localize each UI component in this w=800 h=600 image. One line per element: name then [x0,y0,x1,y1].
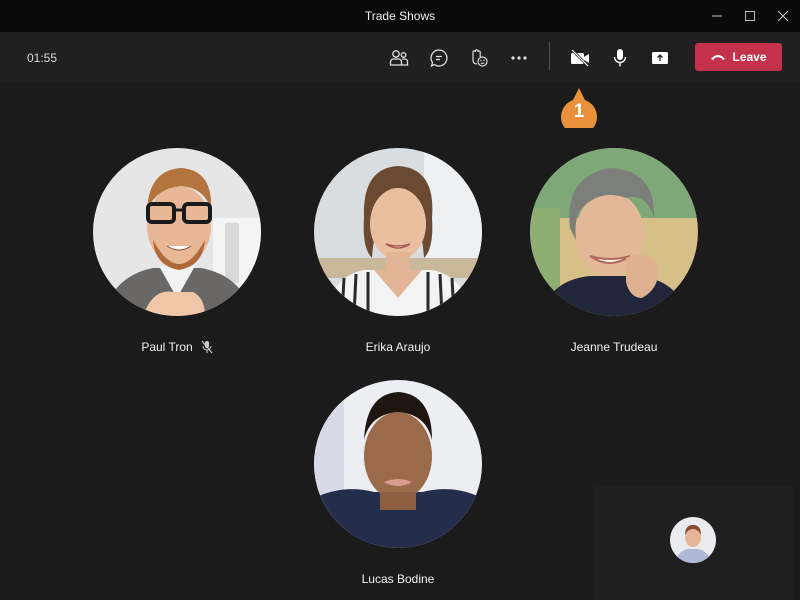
participant-name: Jeanne Trudeau [570,340,658,354]
maximize-icon [745,11,755,21]
more-icon [511,56,527,60]
leave-label: Leave [732,50,767,64]
participant-tile[interactable]: Jeanne Trudeau [529,148,699,354]
mic-muted-icon [201,340,213,354]
participant-name-row: Jeanne Trudeau [529,340,699,354]
participant-tile[interactable]: Erika Araujo [313,148,483,354]
participant-name: Lucas Bodine [361,572,435,586]
participant-tile[interactable]: Lucas Bodine [313,380,483,586]
chat-icon [430,49,448,68]
participant-name: Paul Tron [141,340,193,354]
hang-up-icon [711,55,726,60]
maximize-button[interactable] [733,0,767,32]
share-screen-button[interactable] [647,45,673,71]
camera-toggle-button[interactable] [567,45,593,71]
minimize-button[interactable] [700,0,734,32]
meeting-toolbar: 01:55 Leave [0,32,800,83]
meeting-timer: 01:55 [27,51,58,65]
leave-button[interactable]: Leave [695,43,782,71]
toolbar-divider [549,42,550,70]
camera-off-icon [571,49,589,67]
window-title: Trade Shows [364,9,436,23]
participants-button[interactable] [386,45,412,71]
callout-number: 1 [574,101,585,122]
people-icon [389,50,409,66]
participant-avatar [530,148,698,316]
participant-tile[interactable]: Paul Tron [92,148,262,354]
participant-name-row: Erika Araujo [313,340,483,354]
participant-avatar [93,148,261,316]
title-bar: Trade Shows [0,0,800,32]
more-options-button[interactable] [506,45,532,71]
minimize-icon [712,15,722,17]
self-avatar [670,517,716,563]
close-button[interactable] [766,0,800,32]
participant-avatar [314,148,482,316]
microphone-button[interactable] [607,45,633,71]
participant-name-row: Paul Tron [92,340,262,354]
share-screen-icon [652,52,668,64]
participant-name: Erika Araujo [365,340,431,354]
reactions-button[interactable] [466,45,492,71]
step-callout: 1 [560,88,598,135]
chat-button[interactable] [426,45,452,71]
raise-hand-icon [472,49,488,67]
microphone-icon [613,49,627,67]
participant-name-row: Lucas Bodine [313,572,483,586]
participant-avatar [314,380,482,548]
self-view-panel[interactable] [593,485,793,600]
close-icon [777,10,789,22]
